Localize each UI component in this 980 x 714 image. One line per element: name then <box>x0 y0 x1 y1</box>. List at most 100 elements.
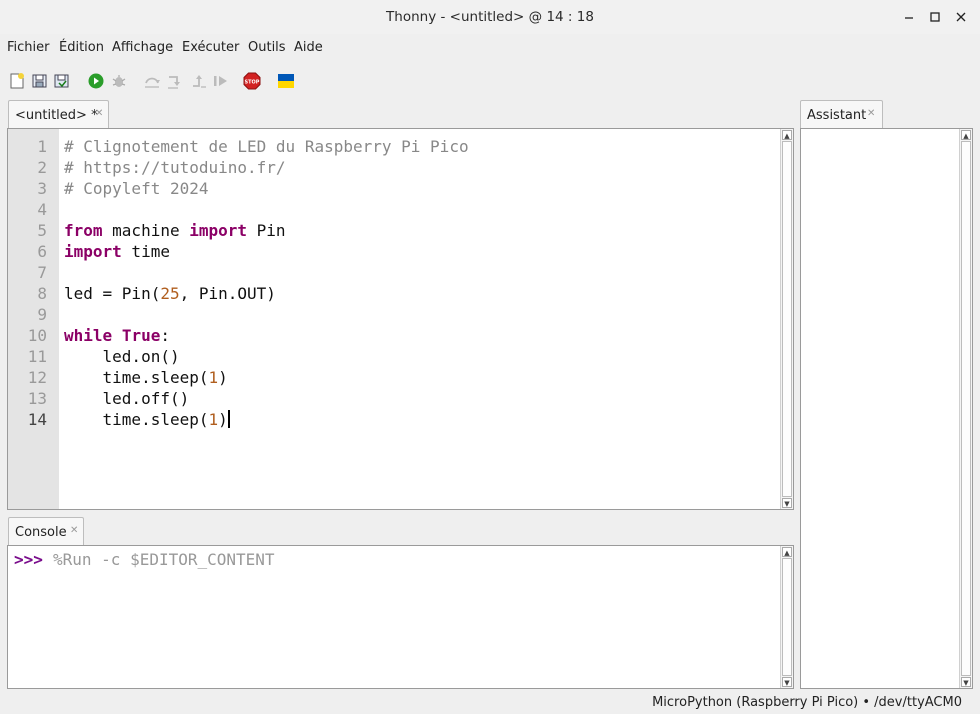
code-line-current: time.sleep(1) <box>64 409 230 430</box>
line-number: 11 <box>27 347 47 366</box>
tab-untitled-label: <untitled> * <box>15 108 98 123</box>
line-number: 5 <box>37 221 47 240</box>
new-file-button[interactable] <box>8 72 26 90</box>
code-line: # Clignotement de LED du Raspberry Pi Pi… <box>64 137 469 156</box>
scroll-up-icon[interactable]: ▲ <box>782 547 792 557</box>
tab-untitled[interactable]: <untitled> * ✕ <box>8 100 109 129</box>
maximize-button[interactable] <box>925 7 945 27</box>
code-line: while True: <box>64 325 170 346</box>
text-cursor <box>227 410 230 428</box>
maximize-icon <box>930 12 940 22</box>
scroll-thumb[interactable] <box>961 141 971 676</box>
editor-scrollbar[interactable]: ▲ ▼ <box>780 129 793 509</box>
number-literal: 1 <box>208 368 219 387</box>
scroll-down-icon[interactable]: ▼ <box>961 677 971 687</box>
step-into-button[interactable] <box>166 72 184 90</box>
run-button[interactable] <box>87 72 105 90</box>
line-number: 7 <box>37 263 47 282</box>
step-out-button[interactable] <box>189 72 207 90</box>
save-file-icon <box>54 74 69 88</box>
ukraine-flag-icon <box>278 74 294 88</box>
close-icon <box>956 12 966 22</box>
open-file-icon <box>32 74 47 88</box>
console-command: %Run -c $EDITOR_CONTENT <box>53 550 275 569</box>
debug-button[interactable] <box>110 72 128 90</box>
menu-fichier[interactable]: Fichier <box>7 40 50 55</box>
scroll-up-icon[interactable]: ▲ <box>961 130 971 140</box>
toolbar: STOP <box>0 64 980 98</box>
menu-edition[interactable]: Édition <box>59 40 104 55</box>
line-number-gutter: 1 2 3 4 5 6 7 8 9 10 11 12 13 14 <box>8 129 59 509</box>
menu-outils[interactable]: Outils <box>248 40 286 55</box>
line-number: 6 <box>37 242 47 261</box>
run-icon <box>88 73 104 89</box>
line-number: 8 <box>37 284 47 303</box>
keyword: import <box>189 221 248 240</box>
save-file-button[interactable] <box>53 72 71 90</box>
tab-close-icon[interactable]: ✕ <box>95 108 103 119</box>
svg-text:STOP: STOP <box>245 80 260 86</box>
code-token: : <box>160 326 170 345</box>
menu-affichage[interactable]: Affichage <box>112 40 173 55</box>
code-line: time.sleep(1) <box>64 367 228 388</box>
interpreter-status[interactable]: MicroPython (Raspberry Pi Pico) • /dev/t… <box>652 695 962 710</box>
number-literal: 1 <box>208 410 219 429</box>
keyword: True <box>121 326 161 345</box>
step-out-icon <box>193 75 206 88</box>
code-token: time.sleep( <box>64 410 209 429</box>
keyword: import <box>64 242 122 261</box>
menu-executer[interactable]: Exécuter <box>182 40 239 55</box>
line-number: 9 <box>37 305 47 324</box>
code-line: # Copyleft 2024 <box>64 179 209 198</box>
assistant-panel: ▲ ▼ <box>800 128 973 689</box>
code-token: , Pin.OUT) <box>179 284 276 303</box>
scroll-thumb[interactable] <box>782 141 792 497</box>
resume-button[interactable] <box>211 72 229 90</box>
line-number: 12 <box>27 368 47 387</box>
console-scrollbar[interactable]: ▲ ▼ <box>780 546 793 688</box>
step-over-icon <box>145 77 160 88</box>
line-number: 4 <box>37 200 47 219</box>
tab-assistant[interactable]: Assistant ✕ <box>800 100 883 129</box>
code-line: import time <box>64 241 170 262</box>
scroll-up-icon[interactable]: ▲ <box>782 130 792 140</box>
line-number: 10 <box>27 326 47 345</box>
scroll-thumb[interactable] <box>782 558 792 676</box>
stop-button[interactable]: STOP <box>243 72 261 90</box>
support-ukraine-button[interactable] <box>277 72 295 90</box>
assistant-scrollbar[interactable]: ▲ ▼ <box>959 129 972 688</box>
tab-close-icon[interactable]: ✕ <box>867 108 875 119</box>
keyword: from <box>64 221 103 240</box>
code-token: time <box>121 242 170 261</box>
tab-console[interactable]: Console ✕ <box>8 517 84 546</box>
line-number-current: 14 <box>27 410 47 429</box>
console-prompt: >>> <box>14 550 43 569</box>
menu-bar: Fichier Édition Affichage Exécuter Outil… <box>0 34 980 62</box>
new-file-icon <box>10 73 24 89</box>
close-window-button[interactable] <box>951 7 971 27</box>
status-bar: MicroPython (Raspberry Pi Pico) • /dev/t… <box>0 690 980 714</box>
line-number: 1 <box>37 137 47 156</box>
code-editor[interactable]: 1 2 3 4 5 6 7 8 9 10 11 12 13 14 # Clign… <box>7 128 794 510</box>
code-token: ) <box>218 368 228 387</box>
menu-aide[interactable]: Aide <box>294 40 323 55</box>
console-panel[interactable]: >>> %Run -c $EDITOR_CONTENT ▲ ▼ <box>7 545 794 689</box>
step-over-button[interactable] <box>143 72 161 90</box>
stop-icon: STOP <box>243 72 261 90</box>
resume-icon <box>214 76 227 86</box>
tab-console-label: Console <box>15 525 67 540</box>
tab-close-icon[interactable]: ✕ <box>70 525 78 536</box>
title-bar: Thonny - <untitled> @ 14 : 18 <box>0 0 980 34</box>
code-line: led.on() <box>64 347 180 366</box>
keyword: while <box>64 326 113 345</box>
minimize-button[interactable] <box>899 7 919 27</box>
step-into-icon <box>168 76 180 89</box>
scroll-down-icon[interactable]: ▼ <box>782 677 792 687</box>
code-token: Pin <box>247 221 286 240</box>
line-number: 2 <box>37 158 47 177</box>
open-file-button[interactable] <box>31 72 49 90</box>
tab-assistant-label: Assistant <box>807 108 867 123</box>
scroll-down-icon[interactable]: ▼ <box>782 498 792 508</box>
code-token: time.sleep( <box>64 368 209 387</box>
